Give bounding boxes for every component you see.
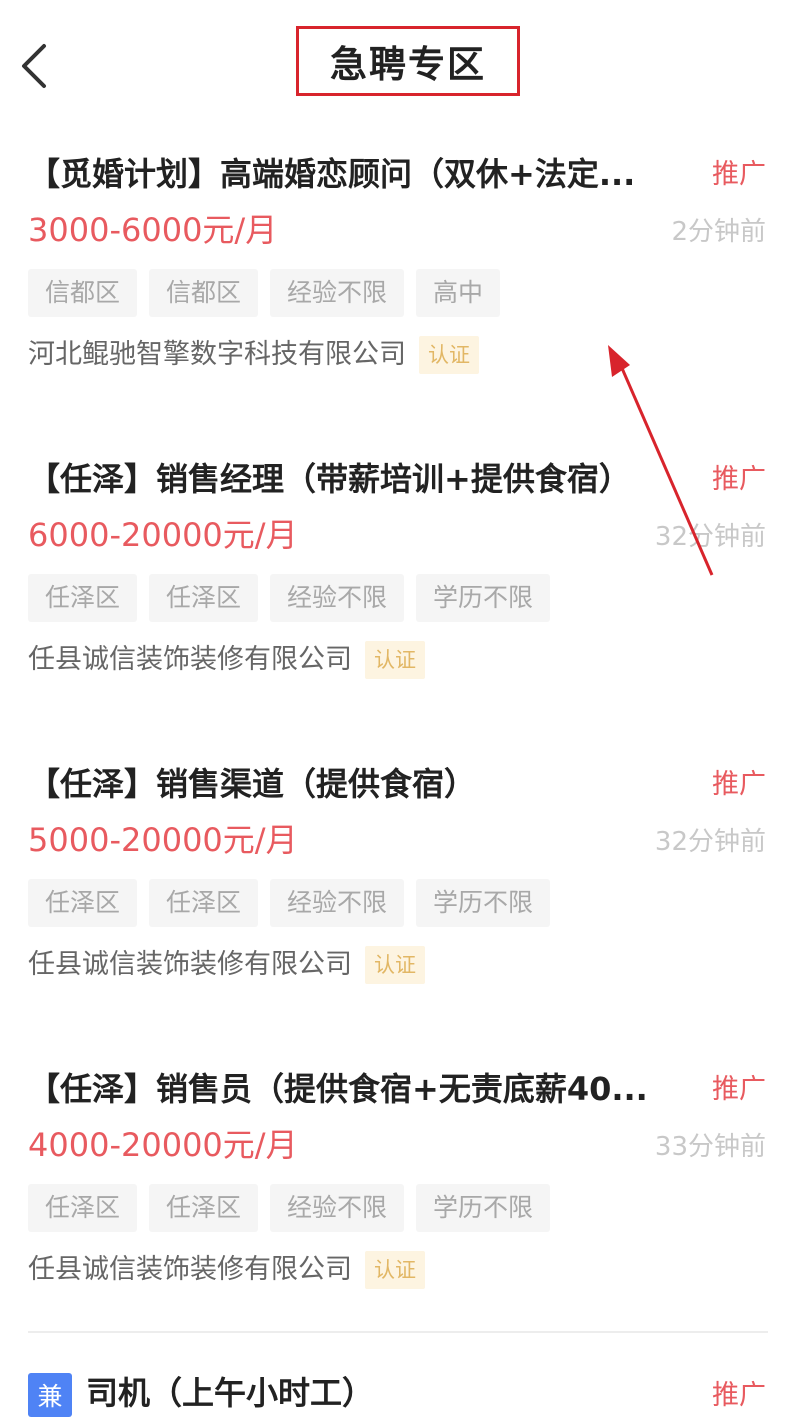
tag-location: 信都区 (149, 269, 259, 317)
tag-location: 任泽区 (28, 879, 138, 927)
tag-experience: 经验不限 (270, 1184, 405, 1232)
job-card-partial[interactable]: 兼 司机（上午小时工） 推广 (0, 1333, 799, 1417)
company-row: 河北鲲驰智擎数字科技有限公司 认证 (28, 336, 479, 374)
job-list: 【觅婚计划】高端婚恋顾问（双休+法定... 推广 3000-6000元/月 2分… (0, 130, 799, 1350)
salary: 3000-6000元/月 (28, 211, 278, 249)
verified-badge: 认证 (365, 946, 425, 984)
tag-education: 学历不限 (416, 879, 551, 927)
tag-education: 学历不限 (416, 1184, 551, 1232)
page-title: 急聘专区 (296, 26, 520, 96)
post-time: 32分钟前 (654, 827, 766, 857)
company-row: 任县诚信装饰装修有限公司 认证 (28, 946, 425, 984)
tag-experience: 经验不限 (270, 574, 405, 622)
header-bar: 急聘专区 (0, 0, 799, 130)
tag-education: 学历不限 (416, 574, 551, 622)
job-title: 司机（上午小时工） (86, 1374, 375, 1412)
tag-location: 任泽区 (149, 879, 259, 927)
post-time: 33分钟前 (654, 1132, 766, 1162)
company-name: 任县诚信装饰装修有限公司 (28, 644, 352, 675)
promo-tag: 推广 (712, 769, 766, 800)
job-card[interactable]: 【任泽】销售渠道（提供食宿） 推广 5000-20000元/月 32分钟前 任泽… (0, 740, 799, 1045)
salary: 4000-20000元/月 (28, 1126, 298, 1164)
job-title: 【任泽】销售渠道（提供食宿） (28, 765, 477, 803)
job-card[interactable]: 【任泽】销售员（提供食宿+无责底薪40... 推广 4000-20000元/月 … (0, 1045, 799, 1350)
tag-list: 任泽区 任泽区 经验不限 学历不限 (28, 879, 551, 927)
verified-badge: 认证 (365, 641, 425, 679)
job-card[interactable]: 【觅婚计划】高端婚恋顾问（双休+法定... 推广 3000-6000元/月 2分… (0, 130, 799, 435)
tag-list: 任泽区 任泽区 经验不限 学历不限 (28, 574, 551, 622)
verified-badge: 认证 (419, 336, 479, 374)
post-time: 32分钟前 (654, 522, 766, 552)
tag-experience: 经验不限 (270, 879, 405, 927)
tag-location: 任泽区 (28, 1184, 138, 1232)
tag-education: 高中 (416, 269, 501, 317)
promo-tag: 推广 (712, 1074, 766, 1105)
company-row: 任县诚信装饰装修有限公司 认证 (28, 1251, 425, 1289)
tag-experience: 经验不限 (270, 269, 405, 317)
salary: 6000-20000元/月 (28, 516, 298, 554)
tag-list: 任泽区 任泽区 经验不限 学历不限 (28, 1184, 551, 1232)
tag-location: 任泽区 (149, 1184, 259, 1232)
job-title: 【觅婚计划】高端婚恋顾问（双休+法定... (28, 155, 636, 193)
back-button[interactable] (14, 38, 58, 94)
post-time: 2分钟前 (671, 217, 766, 247)
company-row: 任县诚信装饰装修有限公司 认证 (28, 641, 425, 679)
job-title: 【任泽】销售员（提供食宿+无责底薪40... (28, 1070, 648, 1108)
company-name: 河北鲲驰智擎数字科技有限公司 (28, 339, 406, 370)
promo-tag: 推广 (712, 464, 766, 495)
promo-tag: 推广 (712, 1380, 766, 1411)
promo-tag: 推广 (712, 159, 766, 190)
tag-location: 任泽区 (149, 574, 259, 622)
job-title: 【任泽】销售经理（带薪培训+提供食宿） (28, 460, 631, 498)
salary: 5000-20000元/月 (28, 821, 298, 859)
verified-badge: 认证 (365, 1251, 425, 1289)
job-card[interactable]: 【任泽】销售经理（带薪培训+提供食宿） 推广 6000-20000元/月 32分… (0, 435, 799, 740)
tag-list: 信都区 信都区 经验不限 高中 (28, 269, 501, 317)
company-name: 任县诚信装饰装修有限公司 (28, 1254, 352, 1285)
tag-location: 任泽区 (28, 574, 138, 622)
tag-location: 信都区 (28, 269, 138, 317)
part-time-badge: 兼 (28, 1373, 72, 1417)
chevron-left-icon (22, 44, 46, 88)
company-name: 任县诚信装饰装修有限公司 (28, 949, 352, 980)
